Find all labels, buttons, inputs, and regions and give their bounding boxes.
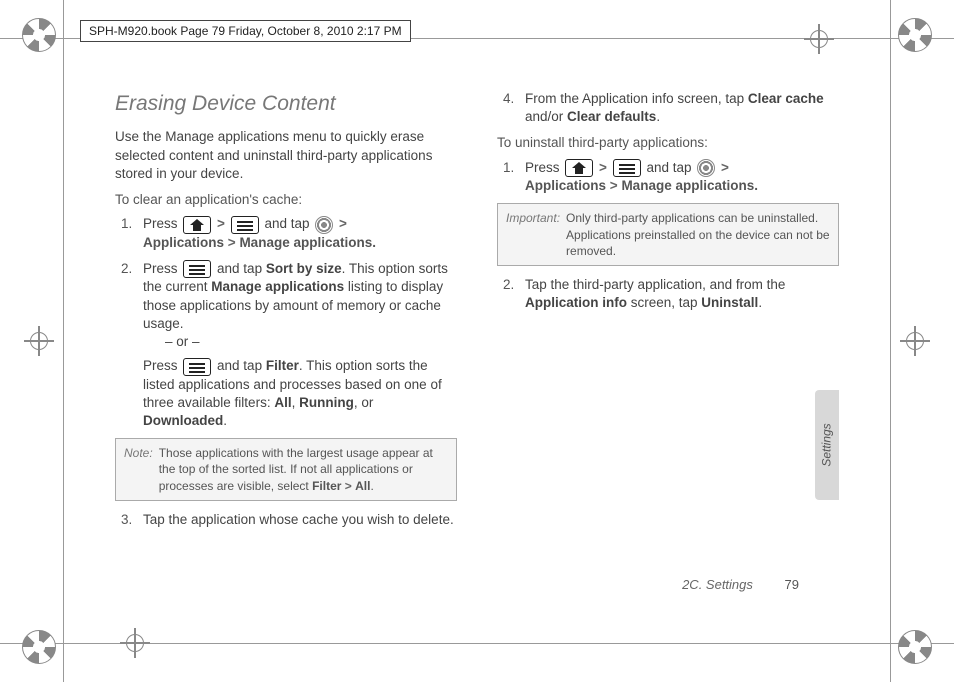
important-body: Only third-party applications can be uni… bbox=[566, 210, 830, 259]
step-2: Press and tap Sort by size. This option … bbox=[121, 260, 457, 430]
chevron-right-icon: > bbox=[345, 479, 352, 493]
home-button-icon bbox=[183, 216, 211, 234]
text-bold: All bbox=[274, 395, 291, 410]
settings-gear-icon bbox=[315, 216, 333, 234]
settings-gear-icon bbox=[697, 159, 715, 177]
registration-mark-icon bbox=[898, 18, 932, 52]
left-column: Erasing Device Content Use the Manage ap… bbox=[115, 90, 457, 537]
page-number: 79 bbox=[785, 577, 799, 592]
menu-button-icon bbox=[613, 159, 641, 177]
important-label: Important: bbox=[506, 210, 560, 259]
right-column: From the Application info screen, tap Cl… bbox=[497, 90, 839, 537]
chevron-right-icon: > bbox=[599, 160, 607, 175]
section-title: Erasing Device Content bbox=[115, 90, 457, 118]
section-tab: Settings bbox=[815, 390, 839, 500]
text: and tap bbox=[264, 216, 313, 231]
step-4: From the Application info screen, tap Cl… bbox=[503, 90, 839, 126]
text: Press bbox=[143, 216, 181, 231]
text-bold: Running bbox=[299, 395, 354, 410]
menu-button-icon bbox=[231, 216, 259, 234]
menu-button-icon bbox=[183, 358, 211, 376]
crosshair-icon bbox=[120, 628, 150, 658]
section-tab-label: Settings bbox=[820, 423, 834, 466]
intro-text: Use the Manage applications menu to quic… bbox=[115, 128, 457, 183]
chevron-right-icon: > bbox=[721, 160, 729, 175]
or-divider: – or – bbox=[165, 333, 457, 351]
crop-line-left bbox=[63, 0, 64, 682]
registration-mark-icon bbox=[22, 18, 56, 52]
text: and tap bbox=[217, 358, 266, 373]
text-bold: Manage applications bbox=[211, 279, 344, 294]
registration-mark-icon bbox=[22, 630, 56, 664]
step-3: Tap the application whose cache you wish… bbox=[121, 511, 457, 529]
text-bold: Filter bbox=[266, 358, 299, 373]
text-bold: Applications bbox=[525, 178, 606, 193]
subheading-clear-cache: To clear an application's cache: bbox=[115, 191, 457, 209]
text: Press bbox=[525, 160, 563, 175]
subheading-uninstall: To uninstall third-party applications: bbox=[497, 134, 839, 152]
home-button-icon bbox=[565, 159, 593, 177]
menu-button-icon bbox=[183, 260, 211, 278]
text: Tap the third-party application, and fro… bbox=[525, 277, 785, 292]
step-1: Press > and tap > Applications > Manage … bbox=[121, 215, 457, 252]
text-bold: Clear defaults bbox=[567, 109, 656, 124]
registration-mark-icon bbox=[898, 630, 932, 664]
text: Those applications with the largest usag… bbox=[159, 446, 433, 492]
footer-section: 2C. Settings bbox=[682, 577, 753, 592]
running-header: SPH-M920.book Page 79 Friday, October 8,… bbox=[80, 20, 411, 42]
chevron-right-icon: > bbox=[610, 178, 618, 193]
text-bold: Manage applications. bbox=[239, 235, 376, 250]
text: Press bbox=[143, 358, 181, 373]
text: Press bbox=[143, 261, 181, 276]
chevron-right-icon: > bbox=[228, 235, 236, 250]
text-bold: Uninstall bbox=[701, 295, 758, 310]
uninstall-step-1: Press > and tap > Applications > Manage … bbox=[503, 159, 839, 196]
text: screen, tap bbox=[627, 295, 701, 310]
text-bold: Application info bbox=[525, 295, 627, 310]
chevron-right-icon: > bbox=[339, 216, 347, 231]
text: and/or bbox=[525, 109, 567, 124]
text-bold: Manage applications. bbox=[621, 178, 758, 193]
crosshair-icon bbox=[804, 24, 834, 54]
chevron-right-icon: > bbox=[217, 216, 225, 231]
text-bold: Downloaded bbox=[143, 413, 223, 428]
text: From the Application info screen, tap bbox=[525, 91, 748, 106]
page-body: Erasing Device Content Use the Manage ap… bbox=[115, 90, 839, 592]
text: and tap bbox=[646, 160, 695, 175]
crop-line-right bbox=[890, 0, 891, 682]
crosshair-icon bbox=[24, 326, 54, 356]
note-label: Note: bbox=[124, 445, 153, 494]
text-bold: Filter bbox=[312, 479, 341, 493]
text-bold: Sort by size bbox=[266, 261, 342, 276]
note-body: Those applications with the largest usag… bbox=[159, 445, 448, 494]
text-bold: Clear cache bbox=[748, 91, 824, 106]
uninstall-step-2: Tap the third-party application, and fro… bbox=[503, 276, 839, 312]
crosshair-icon bbox=[900, 326, 930, 356]
important-box: Important: Only third-party applications… bbox=[497, 203, 839, 266]
text: and tap bbox=[217, 261, 266, 276]
text-bold: All bbox=[355, 479, 370, 493]
note-box: Note: Those applications with the larges… bbox=[115, 438, 457, 501]
page-footer: 2C. Settings 79 bbox=[682, 577, 799, 592]
text-bold: Applications bbox=[143, 235, 224, 250]
